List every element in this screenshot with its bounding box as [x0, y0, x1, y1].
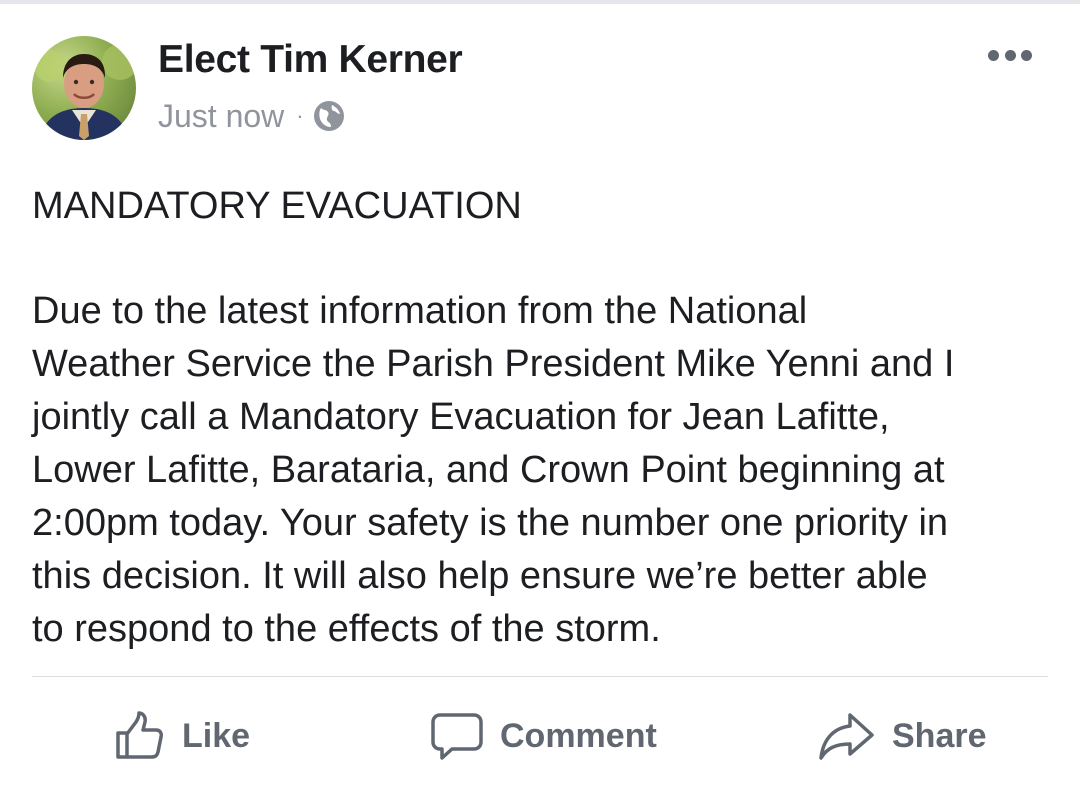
more-options-icon[interactable]: [988, 44, 1032, 66]
share-label: Share: [892, 716, 987, 755]
message-line: this decision. It will also help ensure …: [32, 555, 928, 597]
author-name[interactable]: Elect Tim Kerner: [158, 38, 463, 82]
post-message: Due to the latest information from the N…: [32, 285, 1052, 656]
like-label: Like: [182, 716, 251, 755]
share-button[interactable]: Share: [818, 700, 987, 772]
message-line: Weather Service the Parish President Mik…: [32, 343, 955, 385]
globe-icon[interactable]: [312, 99, 346, 133]
author-avatar[interactable]: [32, 36, 136, 140]
post-body: MANDATORY EVACUATION Due to the latest i…: [32, 180, 1052, 656]
post-meta: Just now ·: [158, 96, 346, 136]
message-line: jointly call a Mandatory Evacuation for …: [32, 396, 890, 438]
post-actions: Like Comment Share: [0, 700, 1080, 772]
message-line: to respond to the effects of the storm.: [32, 608, 661, 650]
message-line: Lower Lafitte, Barataria, and Crown Poin…: [32, 449, 945, 491]
facebook-post: Elect Tim Kerner Just now · MANDATORY EV…: [0, 0, 1080, 807]
actions-divider: [32, 676, 1048, 677]
share-arrow-icon: [819, 713, 874, 760]
post-headline: MANDATORY EVACUATION: [32, 185, 522, 227]
thumbs-up-icon: [116, 711, 163, 759]
like-button[interactable]: Like: [112, 700, 250, 772]
post-timestamp[interactable]: Just now: [158, 98, 284, 135]
speech-bubble-icon: [431, 713, 483, 760]
message-line: Due to the latest information from the N…: [32, 290, 808, 332]
message-line: 2:00pm today. Your safety is the number …: [32, 502, 949, 544]
top-border: [0, 0, 1080, 4]
avatar-portrait: [34, 44, 136, 140]
meta-separator: ·: [296, 103, 304, 128]
comment-label: Comment: [500, 716, 657, 755]
comment-button[interactable]: Comment: [430, 700, 657, 772]
